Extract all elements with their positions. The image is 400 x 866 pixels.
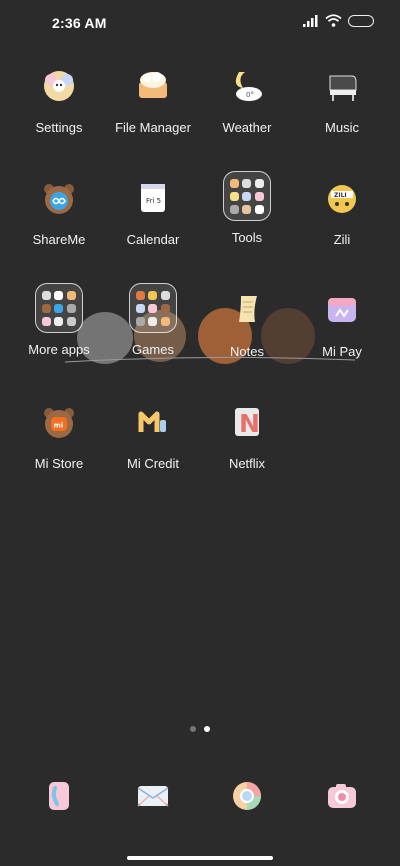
app-label: Settings xyxy=(35,120,83,135)
wallet-icon xyxy=(318,286,366,334)
status-icons xyxy=(303,14,374,27)
camera-icon xyxy=(318,772,366,820)
app-label: Tools xyxy=(231,230,263,245)
app-mi-store[interactable]: mi Mi Store xyxy=(9,398,109,471)
folder-icon xyxy=(129,62,177,110)
app-label: Netflix xyxy=(228,456,266,471)
svg-text:0°: 0° xyxy=(246,91,254,99)
app-settings[interactable]: Settings xyxy=(9,62,109,135)
svg-text:mi: mi xyxy=(54,422,64,430)
app-label: Calendar xyxy=(126,232,180,247)
dock-phone[interactable] xyxy=(9,772,109,820)
app-calendar[interactable]: Fri 5 Calendar xyxy=(103,174,203,247)
wifi-icon xyxy=(325,14,342,27)
app-label: Mi Credit xyxy=(126,456,179,471)
app-label: Mi Store xyxy=(34,456,84,471)
netflix-icon: N xyxy=(223,398,271,446)
shareme-icon xyxy=(35,174,83,222)
app-label: More apps xyxy=(28,342,90,357)
signal-icon xyxy=(303,14,318,27)
page-indicator xyxy=(0,726,400,732)
dock-messages[interactable] xyxy=(103,772,203,820)
app-label: Zili xyxy=(333,232,351,247)
app-shareme[interactable]: ShareMe xyxy=(9,174,109,247)
app-more-apps-folder[interactable]: More apps xyxy=(9,283,109,357)
app-label: File Manager xyxy=(115,120,191,135)
mi-credit-icon xyxy=(129,398,177,446)
app-file-manager[interactable]: File Manager xyxy=(103,62,203,135)
dock-camera[interactable] xyxy=(292,772,392,820)
app-label: ShareMe xyxy=(32,232,86,247)
app-notes[interactable]: Notes xyxy=(197,286,297,359)
home-indicator[interactable] xyxy=(127,856,273,860)
tools-folder-icon xyxy=(223,171,271,221)
app-zili[interactable]: ZILI Zili xyxy=(292,174,392,247)
app-label: Weather xyxy=(222,120,272,135)
status-time: 2:36 AM xyxy=(52,15,107,31)
calendar-icon: Fri 5 xyxy=(129,174,177,222)
app-music[interactable]: Music xyxy=(292,62,392,135)
app-tools-folder[interactable]: Tools xyxy=(197,171,297,245)
piano-icon xyxy=(318,62,366,110)
zili-icon: ZILI xyxy=(318,174,366,222)
envelope-icon xyxy=(129,772,177,820)
status-bar: 2:36 AM xyxy=(0,0,400,44)
app-mi-credit[interactable]: Mi Credit xyxy=(103,398,203,471)
more-apps-folder-icon xyxy=(35,283,83,333)
app-games-folder[interactable]: Games xyxy=(103,283,203,357)
weather-icon: 0° xyxy=(223,62,271,110)
notes-icon xyxy=(223,286,271,334)
mi-store-icon: mi xyxy=(35,398,83,446)
page-dot[interactable] xyxy=(190,726,196,732)
svg-text:Fri 5: Fri 5 xyxy=(146,197,161,205)
page-dot-active[interactable] xyxy=(204,726,210,732)
browser-icon xyxy=(223,772,271,820)
svg-text:N: N xyxy=(239,409,260,438)
dock xyxy=(0,772,400,822)
settings-icon xyxy=(35,62,83,110)
app-mi-pay[interactable]: Mi Pay xyxy=(292,286,392,359)
phone-icon xyxy=(35,772,83,820)
app-weather[interactable]: 0° Weather xyxy=(197,62,297,135)
battery-icon xyxy=(348,14,374,27)
app-label: Mi Pay xyxy=(322,344,362,359)
svg-text:ZILI: ZILI xyxy=(334,192,347,199)
app-netflix[interactable]: N Netflix xyxy=(197,398,297,471)
dock-browser[interactable] xyxy=(197,772,297,820)
app-label: Games xyxy=(132,342,174,357)
app-label: Music xyxy=(325,120,359,135)
games-folder-icon xyxy=(129,283,177,333)
app-label: Notes xyxy=(230,344,264,359)
